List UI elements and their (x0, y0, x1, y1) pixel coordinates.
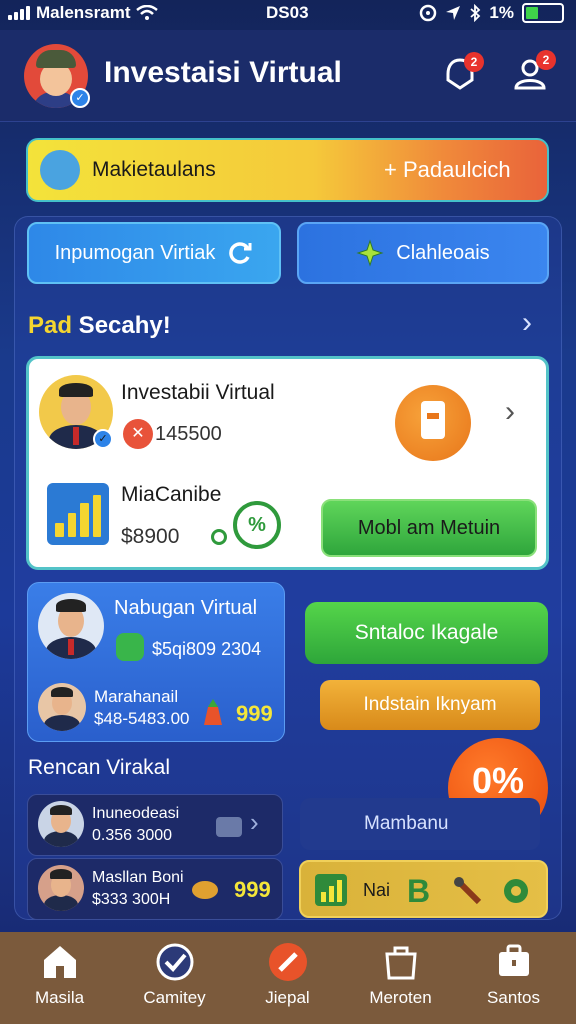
market-value: $8900 (121, 525, 180, 548)
market-name: MiaCanibe (121, 483, 222, 506)
close-icon: ✕ (123, 419, 153, 449)
battery-icon (522, 3, 564, 23)
tab-market[interactable]: Meroten (343, 932, 458, 1024)
tab-community[interactable]: Camitey (117, 932, 232, 1024)
wallet-icon (216, 817, 242, 837)
chevron-right-icon[interactable]: › (250, 807, 259, 838)
nabugan-avatar (38, 593, 104, 659)
bag-icon (385, 946, 417, 980)
sparkle-icon (356, 239, 384, 267)
chevron-right-icon[interactable]: › (522, 306, 532, 340)
location-icon (446, 6, 461, 20)
carrier-label: Malensramt (36, 3, 131, 22)
list-item-value: 0.356 3000 (92, 827, 173, 844)
refresh-icon (229, 242, 252, 264)
nabugan-value: $5qi809 2304 (152, 639, 262, 659)
list-avatar (38, 801, 84, 847)
list-item-value: $333 300H (92, 891, 171, 908)
marahanail-avatar (38, 683, 86, 731)
tab-label: Meroten (369, 988, 432, 1007)
pencil-icon (269, 943, 307, 981)
app-header: ✓ Investaisi Virtual 2 2 (0, 30, 576, 122)
wifi-icon (136, 5, 159, 20)
discount-value: 0% (471, 760, 525, 801)
investor-name: Investabii Virtual (121, 381, 275, 404)
verified-icon: ✓ (93, 429, 113, 449)
bunny-icon (40, 150, 80, 190)
promo-banner[interactable]: Makietaulans + Padaulcich (26, 138, 549, 202)
marahanail-value: $48-5483.00 (94, 709, 190, 728)
tab-settings[interactable]: Santos (456, 932, 571, 1024)
indstain-button[interactable]: Indstain Iknyam (320, 680, 540, 730)
section-title: Pad Secahy! (28, 312, 171, 340)
tab-bar: Masila Camitey Jiepal Meroten Santos (0, 932, 576, 1024)
home-icon (44, 946, 76, 978)
mambanu-button[interactable]: Mambanu (300, 798, 540, 850)
featured-card[interactable]: ✓ Investabii Virtual ✕ 145500 › MiaCanib… (26, 356, 549, 570)
check-circle-icon (156, 943, 194, 981)
verified-icon: ✓ (70, 88, 90, 108)
chevron-right-icon[interactable]: › (505, 395, 515, 429)
page-title: Investaisi Virtual (104, 56, 342, 89)
start-button[interactable]: Sntaloc Ikagale (305, 602, 548, 664)
gear-icon[interactable] (499, 874, 533, 908)
status-bar: Malensramt DS03 1% (0, 0, 576, 26)
list-item[interactable]: Inuneodeasi 0.356 3000 › (27, 794, 283, 856)
nabugan-score: 999 (236, 701, 273, 726)
percent-icon: % (233, 501, 281, 549)
nabugan-name: Nabugan Virtual (114, 597, 258, 619)
svg-text:B: B (407, 874, 430, 908)
tab-label: Masila (34, 988, 85, 1007)
list-item-name: Inuneodeasi (92, 805, 180, 822)
clahleoais-label: Clahleoais (396, 241, 490, 264)
list-item-score: 999 (234, 877, 271, 902)
clahleoais-button[interactable]: Clahleoais (297, 222, 549, 284)
clock: DS03 (266, 3, 309, 22)
bluetooth-icon (470, 4, 481, 22)
invest-virtual-button[interactable]: Inpumogan Virtiak (27, 222, 281, 284)
mobl-button[interactable]: Mobl am Metuin (321, 499, 537, 557)
nabugan-card[interactable]: Nabugan Virtual $5qi809 2304 Marahanail … (27, 582, 285, 742)
toolbar-strip: Nai B (299, 860, 548, 918)
bitcoin-icon[interactable]: B (405, 874, 435, 908)
section2-title: Rencan Virakal (28, 756, 171, 779)
investor-value: 145500 (155, 423, 222, 445)
handshake-icon (192, 881, 218, 899)
money-bag-icon (204, 699, 222, 725)
list-item[interactable]: Masllan Boni $333 300H 999 (27, 858, 283, 920)
notification-badge: 2 (464, 52, 484, 72)
marahanail-name: Marahanail (94, 687, 179, 706)
tab-label: Santos (487, 988, 540, 1007)
battery-percent: 1% (489, 3, 514, 22)
inbox-button[interactable]: 2 (510, 50, 556, 94)
promo-action[interactable]: + Padaulcich (384, 157, 511, 183)
list-avatar (38, 865, 84, 911)
promo-label: Makietaulans (92, 158, 216, 181)
briefcase-icon (499, 944, 529, 976)
tab-journal[interactable]: Jiepal (230, 932, 345, 1024)
tab-label: Camitey (143, 988, 206, 1007)
signal-icon (8, 6, 30, 20)
inbox-badge: 2 (536, 50, 556, 70)
alarm-icon (420, 4, 437, 22)
section-title-rest: Secahy! (72, 312, 171, 339)
invest-virtual-label: Inpumogan Virtiak (54, 241, 216, 264)
chart-icon[interactable] (313, 872, 349, 908)
section-title-highlight: Pad (28, 312, 73, 339)
cash-icon (116, 633, 144, 661)
toolbar-label: Nai (363, 880, 391, 900)
list-item-name: Masllan Boni (92, 869, 184, 886)
tools-icon[interactable] (451, 874, 485, 908)
dot-icon (211, 529, 227, 545)
bar-chart-icon (47, 483, 109, 545)
tab-home[interactable]: Masila (2, 932, 117, 1024)
notification-button[interactable]: 2 (440, 52, 484, 94)
phone-icon[interactable] (395, 385, 471, 461)
tab-label: Jiepal (265, 988, 310, 1007)
